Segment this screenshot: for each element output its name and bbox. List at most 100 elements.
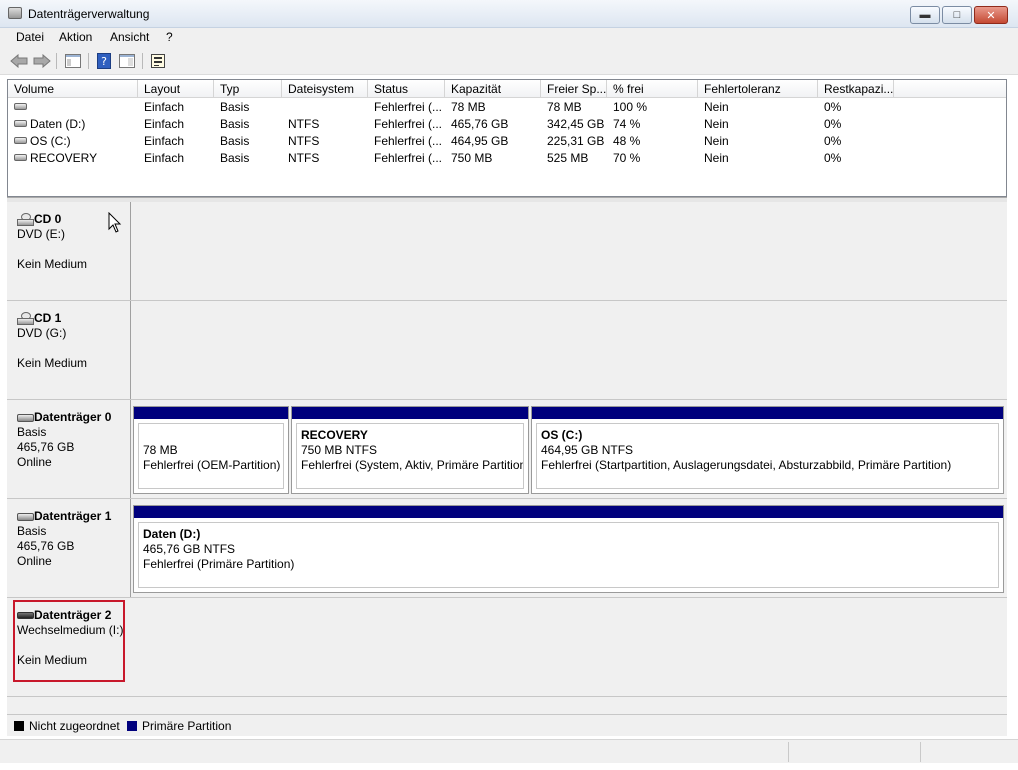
- partition-title: OS (C:): [541, 428, 583, 442]
- column-header-dateisystem[interactable]: Dateisystem: [282, 80, 368, 98]
- mouse-cursor-icon: [108, 212, 122, 233]
- menu-bar: Datei Aktion Ansicht ?: [0, 28, 1018, 48]
- toolbar-separator: [88, 53, 89, 69]
- column-header-layout[interactable]: Layout: [138, 80, 214, 98]
- partition-status: Fehlerfrei (System, Aktiv, Primäre Parti…: [301, 458, 524, 472]
- toolbar-separator: [142, 53, 143, 69]
- kapazitaet-cell: 465,76 GB: [451, 117, 509, 131]
- partition-recovery[interactable]: RECOVERY 750 MB NTFS Fehlerfrei (System,…: [291, 406, 529, 494]
- freier-speicher-cell: 78 MB: [547, 100, 582, 114]
- column-header-status[interactable]: Status: [368, 80, 445, 98]
- partition-daten[interactable]: Daten (D:) 465,76 GB NTFS Fehlerfrei (Pr…: [133, 505, 1004, 593]
- status-cell: Fehlerfrei (...: [374, 134, 443, 148]
- freier-speicher-cell: 342,45 GB: [547, 117, 605, 131]
- table-row[interactable]: OS (C:) Einfach Basis NTFS Fehlerfrei (.…: [8, 133, 1006, 150]
- disk-drive-letter: Wechselmedium (I:): [17, 623, 124, 637]
- column-header-freier-speicher[interactable]: Freier Sp...: [541, 80, 607, 98]
- dateisystem-cell: [282, 99, 368, 116]
- primary-partition-bar: [532, 407, 1003, 419]
- volume-list[interactable]: Volume Layout Typ Dateisystem Status Kap…: [7, 79, 1007, 197]
- layout-cell: Einfach: [144, 134, 185, 148]
- disk-label-disk2[interactable]: Datenträger 2 Wechselmedium (I:) Kein Me…: [13, 600, 125, 682]
- prozent-frei-cell: 48 %: [613, 134, 641, 148]
- prozent-frei-cell: 70 %: [613, 151, 641, 165]
- disk-status: Online: [17, 455, 52, 469]
- hard-disk-icon: [17, 411, 34, 423]
- disk-media-status: Kein Medium: [17, 653, 88, 667]
- partition-os[interactable]: OS (C:) 464,95 GB NTFS Fehlerfrei (Start…: [531, 406, 1004, 494]
- primary-partition-bar: [134, 407, 288, 419]
- menu-help[interactable]: ?: [164, 30, 175, 44]
- volume-name: RECOVERY: [30, 151, 98, 165]
- partition-oem[interactable]: 78 MB Fehlerfrei (OEM-Partition): [133, 406, 289, 494]
- prozent-frei-cell: 100 %: [613, 100, 648, 114]
- disk-management-app-icon: [8, 7, 22, 19]
- properties-icon[interactable]: [148, 52, 168, 70]
- layout-cell: Einfach: [144, 100, 185, 114]
- freier-speicher-cell: 225,31 GB: [547, 134, 605, 148]
- forward-arrow-icon[interactable]: [32, 52, 52, 70]
- table-row[interactable]: RECOVERY Einfach Basis NTFS Fehlerfrei (…: [8, 150, 1006, 167]
- disk-status: Online: [17, 554, 52, 568]
- close-button[interactable]: ✕: [974, 6, 1008, 24]
- disk-type: Basis: [17, 524, 47, 538]
- disk-media-status: Kein Medium: [17, 356, 88, 370]
- column-header-fehlertoleranz[interactable]: Fehlertoleranz: [698, 80, 818, 98]
- cd-drive-icon: [17, 213, 34, 226]
- disk-label-cd1[interactable]: CD 1 DVD (G:) Kein Medium: [7, 301, 131, 399]
- column-header-prozent-frei[interactable]: % frei: [607, 80, 698, 98]
- legend-unallocated-label: Nicht zugeordnet: [29, 719, 120, 733]
- partition-body: RECOVERY 750 MB NTFS Fehlerfrei (System,…: [296, 423, 524, 489]
- table-row[interactable]: Einfach Basis Fehlerfrei (... 78 MB 78 M…: [8, 99, 1006, 116]
- dateisystem-cell: NTFS: [288, 134, 320, 148]
- primary-partition-bar: [292, 407, 528, 419]
- hard-disk-icon: [17, 510, 34, 522]
- column-header-typ[interactable]: Typ: [214, 80, 282, 98]
- details-pane-icon[interactable]: [117, 52, 137, 70]
- partition-title: [143, 428, 279, 443]
- dateisystem-cell: NTFS: [288, 117, 320, 131]
- disk-label-disk1[interactable]: Datenträger 1 Basis 465,76 GB Online: [7, 499, 131, 597]
- restkapazitaet-cell: 0%: [824, 134, 842, 148]
- console-tree-icon[interactable]: [63, 52, 83, 70]
- minimize-button[interactable]: ▬: [910, 6, 940, 24]
- disk-name: CD 0: [34, 212, 62, 226]
- dateisystem-cell: NTFS: [288, 151, 320, 165]
- volume-cell: Daten (D:): [8, 116, 138, 133]
- legend-primary-swatch: [127, 721, 137, 731]
- menu-datei[interactable]: Datei: [14, 30, 46, 44]
- disk-drive-letter: DVD (G:): [17, 326, 67, 340]
- disk-name: Datenträger 1: [34, 509, 112, 523]
- primary-partition-bar: [134, 506, 1003, 518]
- volume-list-header: Volume Layout Typ Dateisystem Status Kap…: [8, 80, 1006, 98]
- drive-icon: [14, 103, 27, 111]
- help-icon[interactable]: ?: [94, 52, 114, 70]
- restkapazitaet-cell: 0%: [824, 151, 842, 165]
- column-header-kapazitaet[interactable]: Kapazität: [445, 80, 541, 98]
- kapazitaet-cell: 464,95 GB: [451, 134, 509, 148]
- menu-ansicht[interactable]: Ansicht: [108, 30, 151, 44]
- volume-cell: OS (C:): [8, 133, 138, 150]
- disk-row-cd0: CD 0 DVD (E:) Kein Medium: [7, 202, 1007, 301]
- removable-disk-icon: [17, 609, 34, 621]
- disk-name: Datenträger 2: [34, 608, 112, 622]
- volume-name: OS (C:): [30, 134, 71, 148]
- menu-aktion[interactable]: Aktion: [57, 30, 94, 44]
- column-header-restkapazitaet[interactable]: Restkapazi...: [818, 80, 894, 98]
- layout-cell: Einfach: [144, 117, 185, 131]
- partition-status: Fehlerfrei (OEM-Partition): [143, 458, 281, 472]
- kapazitaet-cell: 78 MB: [451, 100, 486, 114]
- fehlertoleranz-cell: Nein: [704, 134, 729, 148]
- disk-spacer: [17, 242, 130, 257]
- maximize-button[interactable]: □: [942, 6, 972, 24]
- drive-icon: [14, 137, 27, 145]
- table-row[interactable]: Daten (D:) Einfach Basis NTFS Fehlerfrei…: [8, 116, 1006, 133]
- column-header-volume[interactable]: Volume: [8, 80, 138, 98]
- back-arrow-icon[interactable]: [9, 52, 29, 70]
- fehlertoleranz-cell: Nein: [704, 117, 729, 131]
- status-cell: Fehlerfrei (...: [374, 100, 443, 114]
- kapazitaet-cell: 750 MB: [451, 151, 493, 165]
- toolbar: ?: [0, 48, 1018, 75]
- disk-spacer: [17, 638, 123, 653]
- disk-label-disk0[interactable]: Datenträger 0 Basis 465,76 GB Online: [7, 400, 131, 498]
